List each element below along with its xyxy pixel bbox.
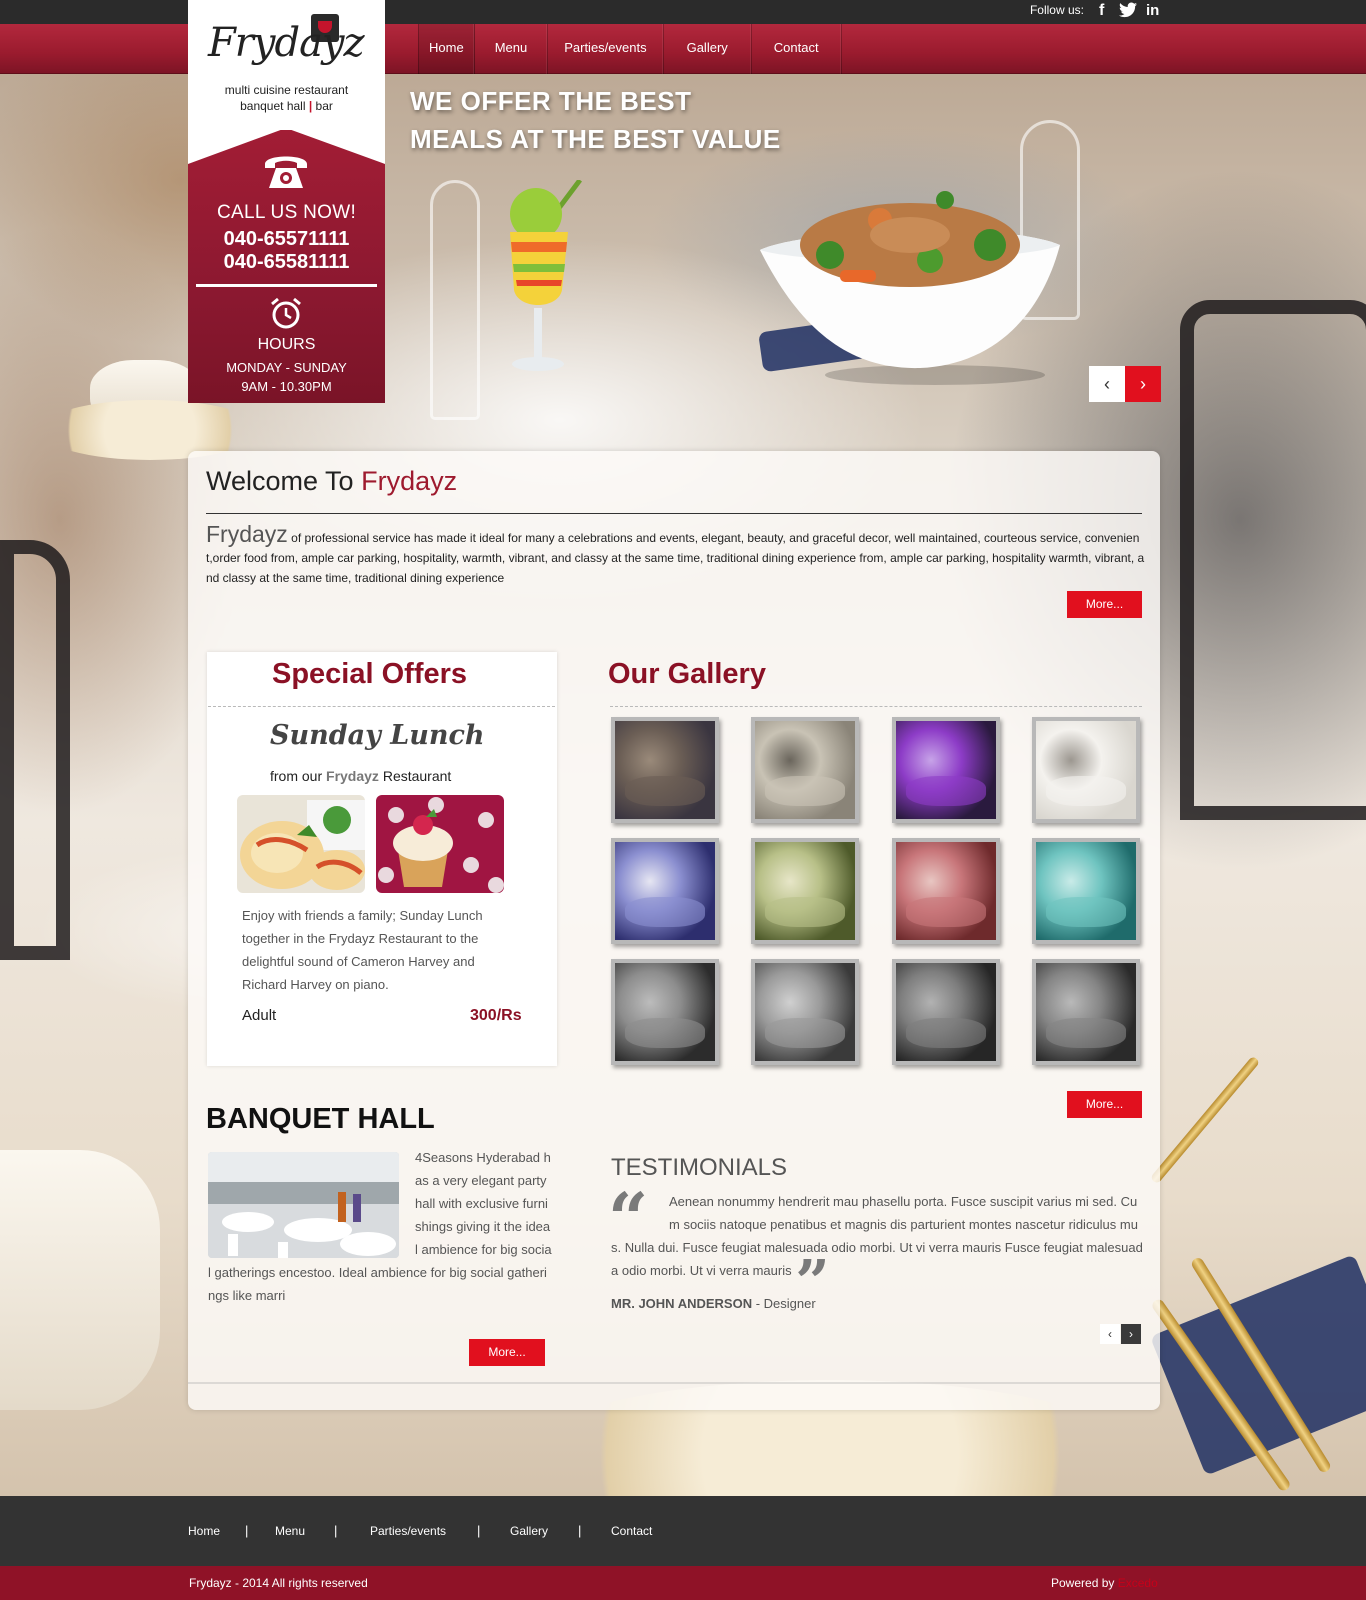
alarm-clock-icon	[271, 297, 301, 329]
twitter-icon[interactable]	[1119, 2, 1137, 23]
hero-headline-1: WE OFFER THE BEST	[410, 86, 692, 116]
spoons-photo[interactable]	[751, 717, 859, 823]
purple-lounge-photo[interactable]	[892, 717, 1000, 823]
panel-divider	[188, 1382, 1160, 1384]
welcome-divider	[206, 513, 1142, 514]
nav-menu[interactable]: Menu	[475, 24, 549, 74]
logo[interactable]: Frydayz multi cuisine restaurant banquet…	[188, 0, 385, 135]
copyright-text: Frydayz - 2014 All rights reserved	[189, 1576, 368, 1590]
price-value: 300/Rs	[470, 1007, 522, 1024]
banquet-heading: BANQUET HALL	[206, 1103, 435, 1135]
main-nav: Home Menu Parties/events Gallery Contact	[418, 24, 842, 74]
welcome-text: Frydayz of professional service has made…	[206, 521, 1145, 586]
facebook-icon[interactable]: f	[1099, 2, 1104, 20]
gallery-heading: Our Gallery	[608, 658, 766, 690]
welcome-heading: Welcome To Frydayz	[206, 466, 458, 496]
hours-days: MONDAY - SUNDAY	[226, 360, 347, 375]
logo-wordmark: Frydayz	[208, 20, 365, 66]
follow-us-label: Follow us:	[1029, 3, 1084, 17]
fruit-drink-image	[510, 180, 582, 371]
footer-separator: |	[578, 1523, 582, 1538]
offer-description: Enjoy with friends a family; Sunday Lunc…	[242, 908, 483, 992]
linkedin-icon[interactable]: in	[1146, 2, 1159, 19]
testimonial-author: MR. JOHN ANDERSON - Designer	[611, 1296, 816, 1311]
gallery-divider	[610, 706, 1142, 707]
welcome-more-button[interactable]: More...	[1067, 591, 1142, 618]
footer-separator: |	[334, 1523, 338, 1538]
banquet-more-button[interactable]: More...	[469, 1339, 545, 1366]
special-offers-heading: Special Offers	[271, 658, 468, 690]
hours-title: HOURS	[257, 336, 316, 353]
footer-separator: |	[477, 1523, 481, 1538]
blue-food-photo[interactable]	[611, 838, 719, 944]
call-divider	[196, 284, 377, 287]
testimonial-text: Aenean nonummy hendrerit mau phasellu po…	[611, 1194, 1143, 1318]
hours-time: 9AM - 10.30PM	[241, 379, 332, 394]
sunday-lunch-title: Sunday Lunch	[270, 720, 485, 751]
grill-platter-photo-1[interactable]	[892, 959, 1000, 1065]
footer-link-parties-events[interactable]: Parties/events	[370, 1524, 446, 1538]
nav-parties-events[interactable]: Parties/events	[548, 24, 664, 74]
gallery-more-button[interactable]: More...	[1067, 1091, 1142, 1118]
testimonial-next-button[interactable]: ›	[1121, 1324, 1141, 1344]
nav-gallery[interactable]: Gallery	[664, 24, 752, 74]
rolls-food-photo[interactable]	[237, 795, 365, 893]
footer-link-home[interactable]: Home	[188, 1524, 220, 1538]
phone-number-1[interactable]: 040-65571111	[188, 228, 385, 251]
banquet-description: 4Seasons Hyderabad has a very elegant pa…	[208, 1150, 552, 1303]
red-bowl-photo[interactable]	[892, 838, 1000, 944]
call-us-panel: CALL US NOW! 040-65571111 040-65581111 H…	[188, 130, 385, 403]
excedo-link[interactable]: Excedo	[1118, 1576, 1158, 1590]
nav-home[interactable]: Home	[418, 24, 475, 74]
cupcake-photo[interactable]	[376, 795, 504, 893]
green-salad-photo[interactable]	[751, 838, 859, 944]
teal-bowl-photo[interactable]	[1032, 838, 1140, 944]
logo-tagline-1: multi cuisine restaurant	[224, 83, 349, 97]
offers-subtitle: from our Frydayz Restaurant	[270, 768, 452, 784]
price-label: Adult	[242, 1007, 277, 1024]
footer-link-contact[interactable]: Contact	[611, 1524, 652, 1538]
powered-by: Powered by Excedo	[1051, 1576, 1158, 1590]
meat-bowl-image	[760, 191, 1060, 385]
hero-headline-2: MEALS AT THE BEST VALUE	[410, 124, 781, 154]
restaurant-interior-photo[interactable]	[611, 717, 719, 823]
hero-prev-button[interactable]: ‹	[1089, 366, 1125, 402]
curry-bowl-photo[interactable]	[751, 959, 859, 1065]
call-us-title: CALL US NOW!	[216, 202, 357, 223]
offers-divider	[208, 706, 555, 707]
hero-next-button[interactable]: ›	[1125, 366, 1161, 402]
footer-link-gallery[interactable]: Gallery	[510, 1524, 548, 1538]
footer-link-menu[interactable]: Menu	[275, 1524, 305, 1538]
call-panel-roof	[188, 128, 385, 164]
grill-platter-photo-2[interactable]	[1032, 959, 1140, 1065]
nav-contact[interactable]: Contact	[752, 24, 842, 74]
footer-separator: |	[245, 1523, 249, 1538]
phone-number-2[interactable]: 040-65581111	[188, 251, 385, 274]
banquet-tables-photo[interactable]	[1032, 717, 1140, 823]
logo-tagline-2: banquet hall | bar	[240, 99, 333, 113]
testimonial-prev-button[interactable]: ‹	[1100, 1324, 1120, 1344]
grilled-skewers-photo[interactable]	[611, 959, 719, 1065]
